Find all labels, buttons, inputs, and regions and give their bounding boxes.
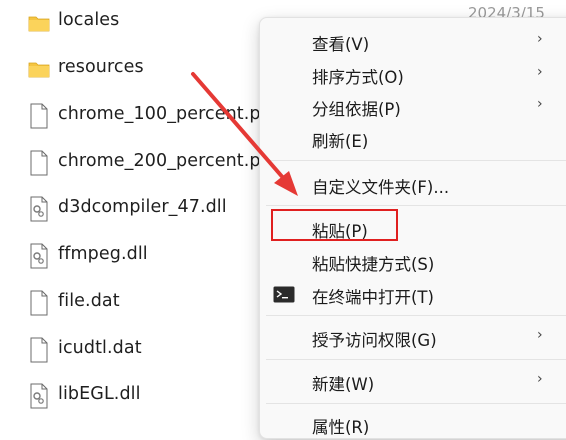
- terminal-icon: [273, 286, 295, 303]
- menu-item-open-terminal[interactable]: 在终端中打开(T): [260, 278, 566, 310]
- chevron-right-icon: ›: [537, 371, 543, 387]
- menu-separator: [266, 205, 566, 206]
- file-name: ffmpeg.dll: [58, 244, 148, 264]
- file-name: chrome_100_percent.pa: [58, 104, 272, 124]
- file-icon: [30, 103, 48, 129]
- chevron-right-icon: ›: [537, 64, 543, 80]
- paste-highlight-box: [271, 209, 398, 241]
- menu-item-view[interactable]: 查看(V) ›: [260, 25, 566, 57]
- menu-item-paste-shortcut[interactable]: 粘贴快捷方式(S): [260, 245, 566, 277]
- file-row-filedat[interactable]: file.dat: [0, 280, 300, 326]
- file-row-resources[interactable]: resources: [0, 46, 300, 92]
- menu-item-label: 授予访问权限(G): [312, 331, 437, 350]
- dll-icon: [30, 196, 48, 222]
- file-row-d3dcompiler[interactable]: d3dcompiler_47.dll: [0, 186, 300, 232]
- file-name: chrome_200_percent.pa: [58, 151, 272, 171]
- menu-item-label: 新建(W): [312, 375, 375, 394]
- file-row-locales[interactable]: locales 2024/3/15: [0, 0, 545, 46]
- folder-icon: [28, 62, 50, 78]
- menu-item-label: 分组依据(P): [312, 100, 401, 119]
- menu-item-properties[interactable]: 属性(R): [260, 408, 566, 440]
- file-row-ffmpeg[interactable]: ffmpeg.dll: [0, 233, 300, 279]
- chevron-right-icon: ›: [537, 31, 543, 47]
- dll-icon: [30, 383, 48, 409]
- menu-item-group[interactable]: 分组依据(P) ›: [260, 90, 566, 122]
- menu-item-label: 刷新(E): [312, 132, 369, 151]
- file-icon: [30, 150, 48, 176]
- menu-item-give-access[interactable]: 授予访问权限(G) ›: [260, 321, 566, 353]
- file-row-chrome200[interactable]: chrome_200_percent.pa: [0, 140, 300, 186]
- file-name: locales: [58, 10, 120, 30]
- file-row-icudtl[interactable]: icudtl.dat: [0, 327, 300, 373]
- menu-separator: [266, 160, 566, 161]
- file-row-libegl[interactable]: libEGL.dll: [0, 373, 300, 419]
- menu-item-customize-folder[interactable]: 自定义文件夹(F)...: [260, 168, 566, 200]
- file-name: libEGL.dll: [58, 384, 141, 404]
- file-icon: [30, 337, 48, 363]
- menu-item-sort[interactable]: 排序方式(O) ›: [260, 58, 566, 90]
- menu-item-label: 粘贴快捷方式(S): [312, 255, 435, 274]
- menu-item-refresh[interactable]: 刷新(E): [260, 122, 566, 154]
- file-name: file.dat: [58, 291, 120, 311]
- menu-item-new[interactable]: 新建(W) ›: [260, 365, 566, 397]
- menu-separator: [266, 315, 566, 316]
- chevron-right-icon: ›: [537, 327, 543, 343]
- menu-item-label: 在终端中打开(T): [312, 288, 434, 307]
- menu-item-label: 排序方式(O): [312, 68, 404, 87]
- menu-item-label: 查看(V): [312, 35, 370, 54]
- menu-separator: [266, 403, 566, 404]
- file-row-chrome100[interactable]: chrome_100_percent.pa: [0, 93, 300, 139]
- chevron-right-icon: ›: [537, 96, 543, 112]
- menu-separator: [266, 359, 566, 360]
- file-icon: [30, 290, 48, 316]
- menu-item-label: 自定义文件夹(F)...: [312, 178, 450, 197]
- file-name: icudtl.dat: [58, 338, 142, 358]
- file-name: resources: [58, 57, 144, 77]
- file-name: d3dcompiler_47.dll: [58, 197, 227, 217]
- dll-icon: [30, 243, 48, 269]
- folder-icon: [28, 16, 50, 32]
